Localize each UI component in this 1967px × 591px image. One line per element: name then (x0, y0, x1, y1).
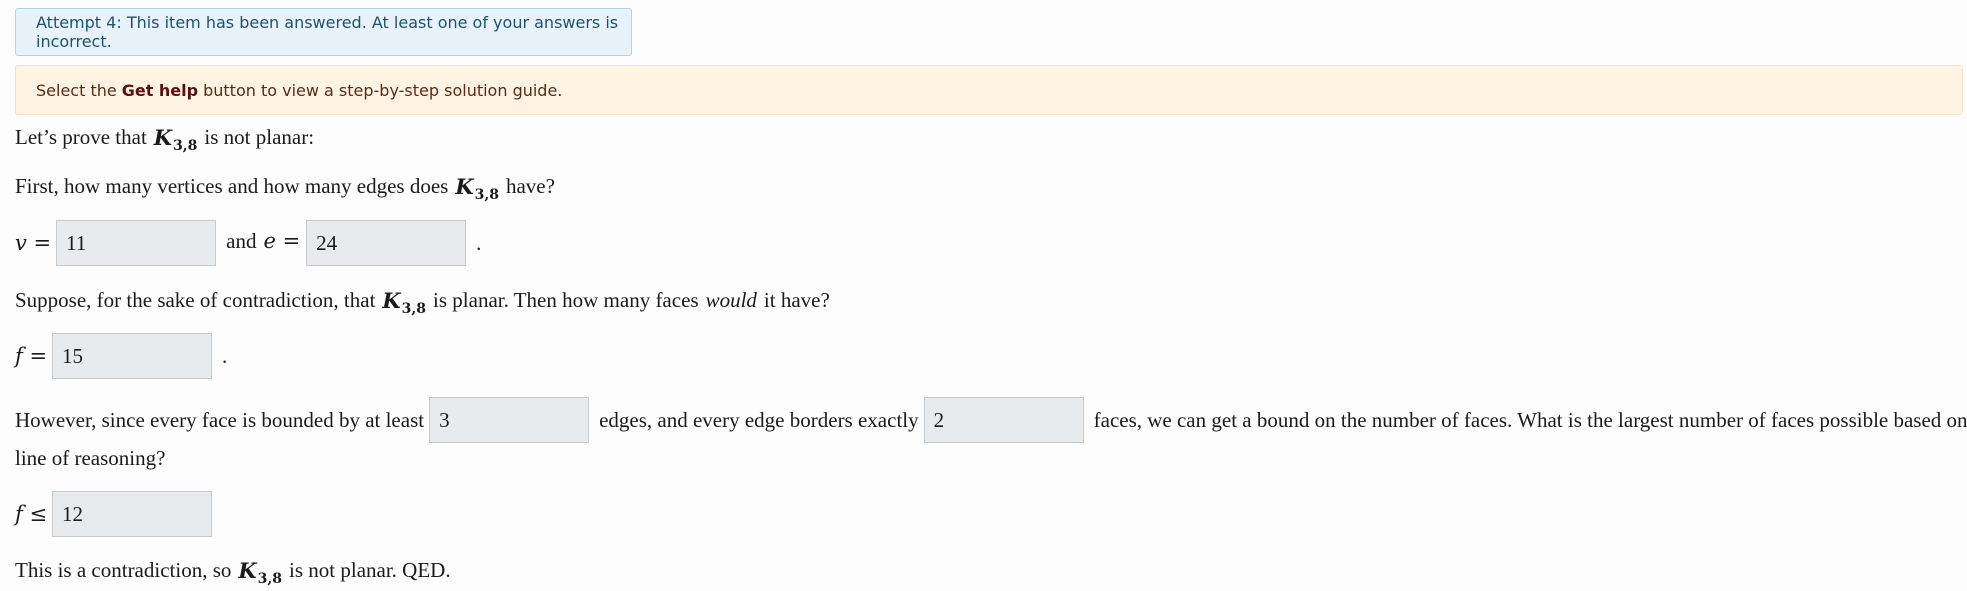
f-label: f = (15, 344, 48, 368)
question2-prefix: Suppose, for the sake of contradiction, … (15, 287, 376, 312)
question1-prefix: First, how many vertices and how many ed… (15, 173, 449, 198)
v-label: v = (15, 231, 52, 255)
attempt-status-banner: Attempt 4: This item has been answered. … (15, 8, 632, 56)
f-leq-label: f ≤ (15, 502, 48, 526)
intro-suffix: is not planar: (204, 124, 315, 149)
question1-suffix: have? (505, 173, 555, 198)
question3-part4: line of reasoning? (15, 445, 166, 470)
bound-reasoning-line: However, since every face is bounded by … (15, 397, 1967, 443)
graph-symbol: K3,8 (382, 287, 427, 317)
help-hint-banner: Select the Get help button to view a ste… (15, 65, 1963, 115)
conclusion-suffix: is not planar. QED. (289, 557, 451, 582)
question2-middle: is planar. Then how many faces (433, 287, 699, 312)
question3-part2: edges, and every edge borders exactly (599, 407, 919, 432)
max-faces-answer-field[interactable]: 12 (52, 491, 213, 537)
conclusion-line: This is a contradiction, so K3,8 is not … (15, 556, 451, 587)
question-vertices-edges: First, how many vertices and how many ed… (15, 172, 555, 203)
graph-symbol: K3,8 (153, 124, 198, 154)
vertices-answer-field[interactable]: 11 (56, 220, 217, 266)
get-help-label: Get help (121, 80, 199, 100)
help-hint-suffix: button to view a step-by-step solution g… (203, 80, 563, 100)
help-hint-prefix: Select the (36, 80, 117, 100)
edges-answer-field[interactable]: 24 (306, 220, 467, 266)
graph-symbol: K3,8 (455, 173, 499, 203)
intro-line: Let’s prove that K3,8 is not planar: (15, 123, 315, 154)
question-faces: Suppose, for the sake of contradiction, … (15, 286, 830, 317)
graph-symbol: K3,8 (238, 557, 283, 587)
and-text: and (226, 228, 257, 253)
attempt-status-text: Attempt 4: This item has been answered. … (36, 13, 619, 51)
conclusion-prefix: This is a contradiction, so (15, 557, 232, 582)
e-label: e = (263, 229, 301, 253)
emphasis-would: would (705, 287, 757, 312)
period: . (222, 343, 228, 368)
faces-per-edge-field[interactable]: 2 (923, 397, 1084, 443)
question3-part3: faces, we can get a bound on the number … (1093, 407, 1967, 432)
vertices-edges-answer-row: v = 11 and e = 24 . (15, 220, 481, 266)
faces-answer-row: f = 15 . (15, 333, 227, 379)
max-faces-answer-row: f ≤ 12 (15, 491, 213, 537)
question2-suffix: it have? (763, 287, 830, 312)
faces-answer-field[interactable]: 15 (52, 333, 213, 379)
question3-part1: However, since every face is bounded by … (15, 407, 425, 432)
bound-reasoning-line-continued: line of reasoning? (15, 444, 165, 472)
intro-prefix: Let’s prove that (15, 124, 147, 149)
edges-per-face-field[interactable]: 3 (429, 397, 590, 443)
period: . (476, 230, 482, 255)
